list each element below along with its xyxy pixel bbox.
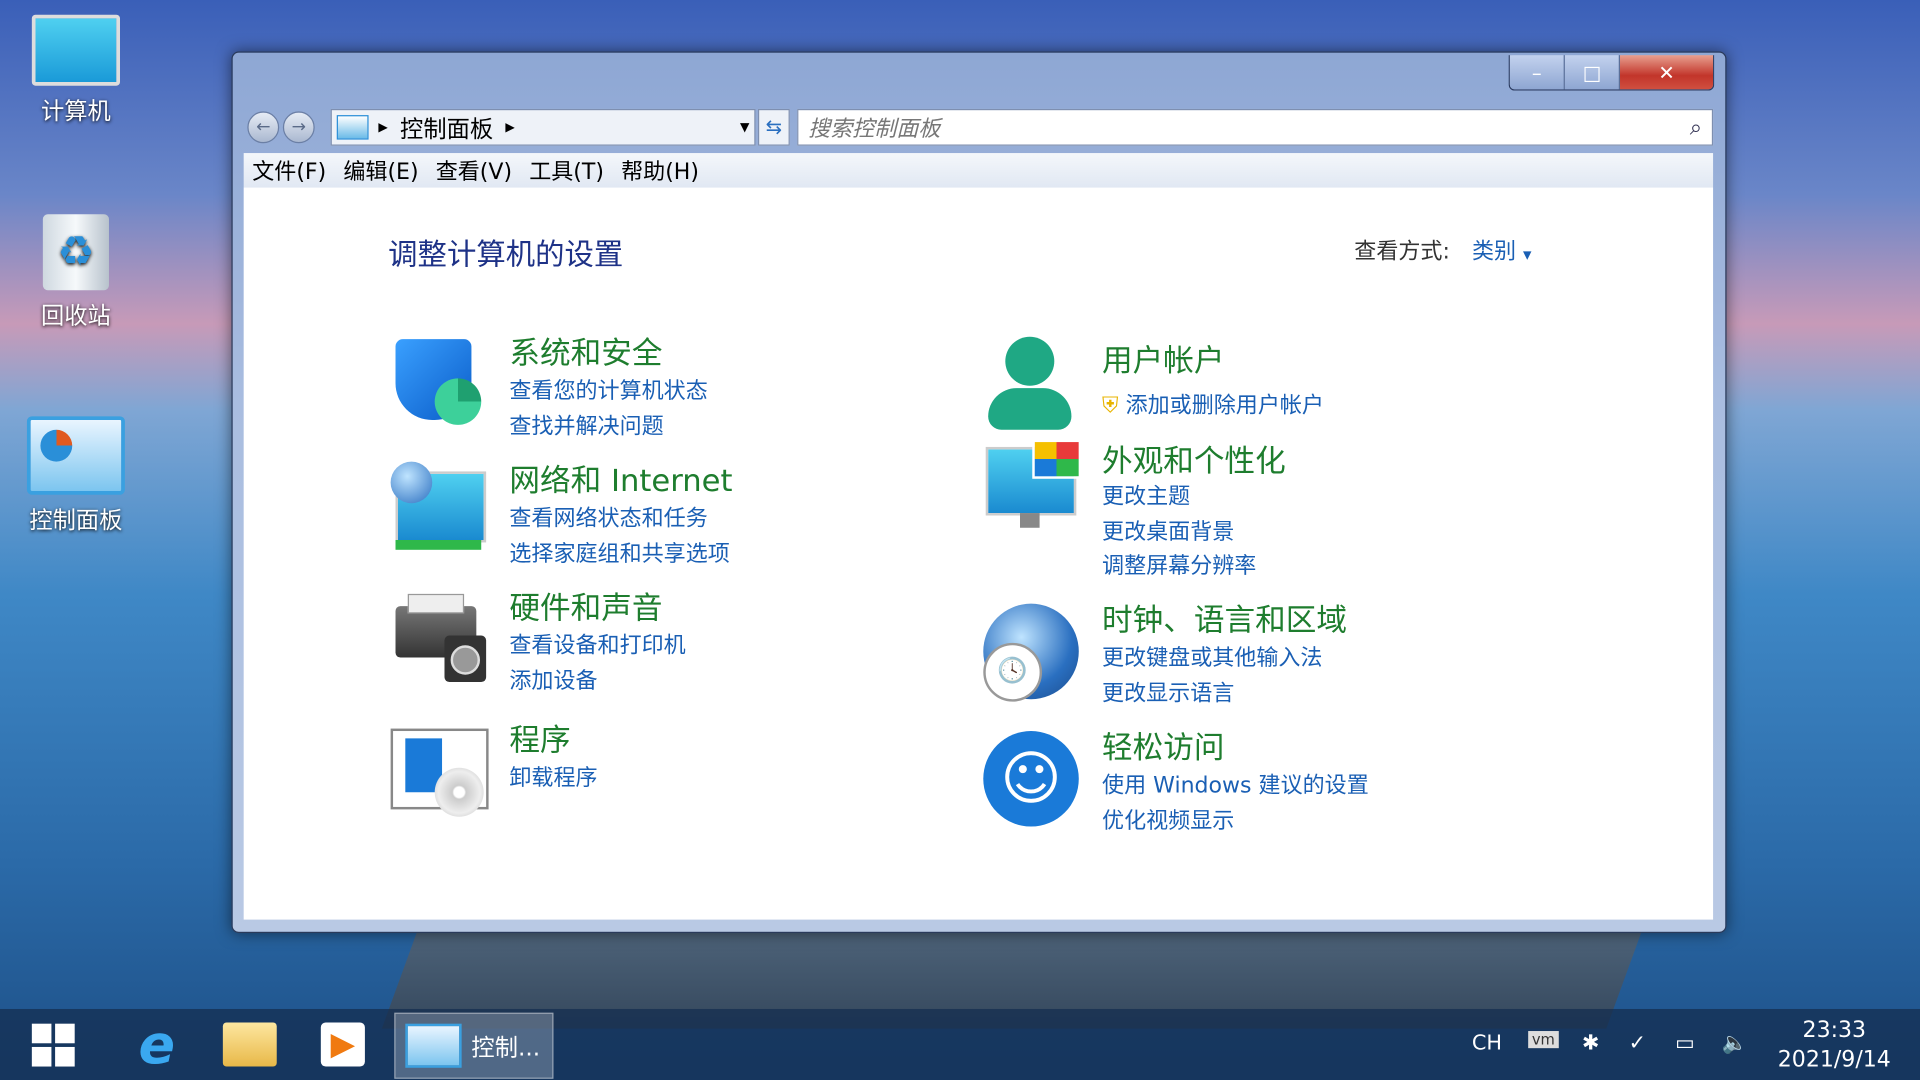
category-link[interactable]: 使用 Windows 建议的设置 [1102,768,1369,800]
monitor-icon [983,439,1082,538]
clock-date: 2021/9/14 [1777,1046,1891,1073]
close-button[interactable]: ✕ [1620,55,1714,90]
breadcrumb-control-panel[interactable]: 控制面板 [400,111,493,144]
input-language[interactable]: CH [1472,1031,1502,1055]
start-button[interactable] [24,1013,80,1077]
menu-edit[interactable]: 编辑(E) [343,154,418,186]
user-icon [983,336,1081,435]
address-dropdown-icon[interactable]: ▼ [740,121,749,134]
shield-icon [391,334,489,432]
category-link[interactable]: 查找并解决问题 [509,409,663,441]
category-title[interactable]: 硬件和声音 [509,584,662,628]
menu-bar: 文件(F) 编辑(E) 查看(V) 工具(T) 帮助(H) [243,153,1714,188]
vm-tools-icon[interactable]: vm [1528,1031,1559,1049]
maximize-button[interactable]: □ [1564,55,1621,90]
taskbar-control-panel[interactable]: 控制... [394,1012,554,1079]
taskbar-media-player[interactable]: ▶ [309,1013,378,1077]
forward-button[interactable]: → [282,111,315,144]
desktop: 计算机 ♻ 回收站 控制面板 – □ ✕ ← → ▶ 控制面板 ▶ ▼ ⇆ 搜索… [0,0,1920,1080]
computer-icon [31,14,121,86]
menu-view[interactable]: 查看(V) [436,154,512,186]
programs-icon [390,724,489,822]
search-box[interactable]: 搜索控制面板 ⌕ [797,108,1714,146]
uac-shield-icon: ⛨ [1102,393,1119,419]
taskbar-item-label: 控制... [471,1034,541,1062]
category-title[interactable]: 外观和个性化 [1102,437,1286,481]
arrow-right-icon: → [291,117,306,138]
category-title[interactable]: 时钟、语言和区域 [1102,596,1347,640]
arrow-left-icon: ← [256,117,271,138]
menu-file[interactable]: 文件(F) [252,154,326,186]
refresh-button[interactable]: ⇆ [757,108,790,146]
content-pane: 调整计算机的设置 查看方式: 类别 ▼ 系统和安全 查看您的计算机状态 查找并解决… [243,187,1714,920]
security-icon[interactable]: ✓ [1629,1031,1646,1055]
menu-help[interactable]: 帮助(H) [621,154,699,186]
desktop-icon-computer[interactable]: 计算机 [15,14,137,126]
control-panel-icon [26,416,125,495]
category-title[interactable]: 程序 [509,716,570,760]
globe-clock-icon: 🕓 [983,603,1081,702]
category-link[interactable]: 添加设备 [509,664,597,696]
recycle-bin-icon: ♻ [42,214,109,291]
control-panel-icon [405,1023,462,1068]
network-tray-icon[interactable]: ▭ [1675,1031,1695,1055]
category-link[interactable]: 选择家庭组和共享选项 [509,536,729,568]
desktop-icon-control-panel[interactable]: 控制面板 [15,416,137,535]
minimize-button[interactable]: – [1509,55,1565,90]
search-input[interactable]: 搜索控制面板 [808,111,940,143]
view-by-dropdown[interactable]: 类别 ▼ [1472,239,1532,265]
category-title[interactable]: 用户帐户 [1102,337,1224,381]
category-link[interactable]: 调整屏幕分辨率 [1102,549,1256,581]
category-link[interactable]: ⛨ 添加或删除用户帐户 [1102,388,1324,420]
category-link[interactable]: 更改主题 [1102,479,1190,511]
accessibility-icon: ☺ [983,731,1081,829]
desktop-icon-label: 回收站 [41,302,111,330]
category-link[interactable]: 更改桌面背景 [1102,514,1234,546]
address-bar[interactable]: ▶ 控制面板 ▶ ▼ [330,108,756,146]
taskbar-ie[interactable]: e [122,1013,191,1077]
category-title[interactable]: 网络和 Internet [509,457,732,501]
category-title[interactable]: 轻松访问 [1102,724,1224,768]
taskbar-explorer[interactable] [216,1013,285,1077]
windows-logo-icon [31,1023,75,1066]
category-link[interactable]: 查看您的计算机状态 [509,373,707,405]
desktop-icon-label: 控制面板 [29,506,123,534]
caption-buttons: – □ ✕ [1508,55,1715,91]
category-link[interactable]: 优化视频显示 [1102,803,1234,835]
back-button[interactable]: ← [247,111,280,144]
breadcrumb-separator-icon: ▶ [378,120,388,135]
category-link[interactable]: 更改显示语言 [1102,676,1234,708]
view-by-label: 查看方式: [1354,238,1450,265]
category-title[interactable]: 系统和安全 [509,329,662,373]
dropdown-arrow-icon: ▼ [1523,249,1532,263]
desktop-icon-recycle-bin[interactable]: ♻ 回收站 [15,214,137,330]
media-player-icon: ▶ [320,1022,365,1067]
taskbar: e ▶ 控制... CH vm ✱ ✓ ▭ 🔈 23:33 2021/9/14 [0,1008,1920,1080]
network-icon [390,461,489,560]
clock-time: 23:33 [1802,1017,1867,1044]
search-icon[interactable]: ⌕ [1690,114,1702,140]
desktop-icon-label: 计算机 [41,97,111,125]
volume-icon[interactable]: 🔈 [1722,1031,1748,1055]
view-by: 查看方式: 类别 ▼ [1354,234,1531,266]
category-link[interactable]: 卸载程序 [509,760,597,792]
clock[interactable]: 23:33 2021/9/14 [1771,1016,1898,1075]
folder-icon [222,1022,277,1067]
menu-tools[interactable]: 工具(T) [529,154,604,186]
category-link[interactable]: 更改键盘或其他输入法 [1102,640,1322,672]
internet-explorer-icon: e [138,1013,176,1076]
category-link[interactable]: 查看设备和打印机 [509,628,685,660]
category-link[interactable]: 查看网络状态和任务 [509,501,707,533]
refresh-icon: ⇆ [765,115,783,139]
bluetooth-icon[interactable]: ✱ [1582,1031,1599,1055]
control-panel-icon [336,115,369,140]
breadcrumb-chevron-icon[interactable]: ▶ [505,121,514,134]
control-panel-window: – □ ✕ ← → ▶ 控制面板 ▶ ▼ ⇆ 搜索控制面板 ⌕ 文件(F) 编辑… [231,51,1727,934]
printer-icon [391,589,489,687]
page-title: 调整计算机的设置 [388,237,624,272]
